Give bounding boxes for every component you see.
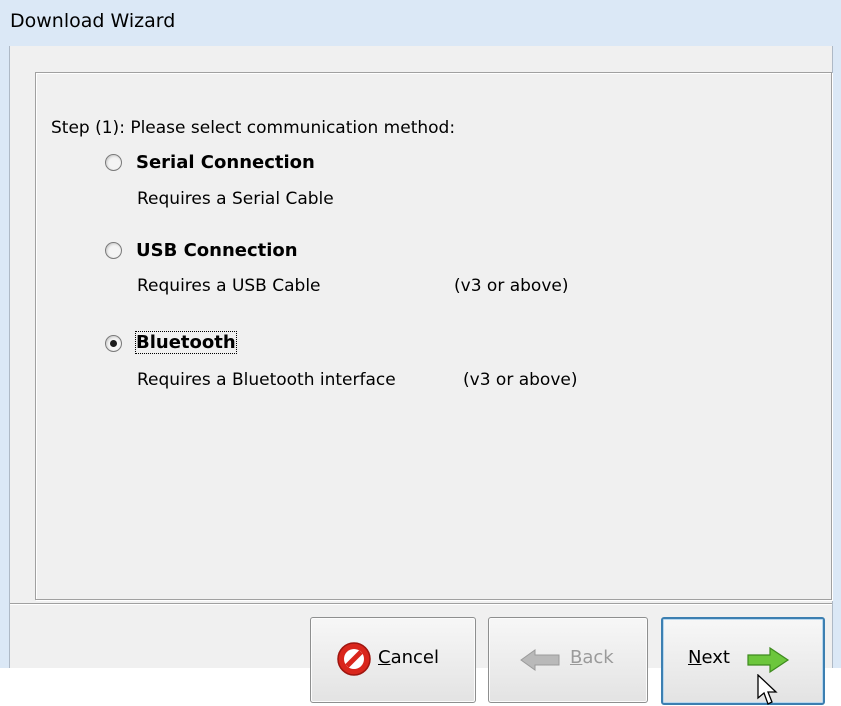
radio-bluetooth[interactable] xyxy=(105,335,122,352)
option-desc-serial: Requires a Serial Cable xyxy=(137,189,334,209)
back-button-label: Back xyxy=(570,647,614,668)
content-panel: Step (1): Please select communication me… xyxy=(10,46,832,705)
option-title-usb[interactable]: USB Connection xyxy=(136,240,298,261)
radio-selected-dot xyxy=(110,340,117,347)
radio-serial[interactable] xyxy=(105,154,122,171)
option-title-bluetooth[interactable]: Bluetooth xyxy=(135,331,237,354)
back-arrow-icon xyxy=(520,649,560,671)
option-desc-bluetooth: Requires a Bluetooth interface xyxy=(137,370,396,390)
step-label: Step (1): Please select communication me… xyxy=(51,118,456,138)
next-button[interactable]: Next xyxy=(661,617,825,705)
next-arrow-icon xyxy=(747,646,790,674)
mouse-pointer-icon xyxy=(757,674,778,705)
cancel-button[interactable]: Cancel xyxy=(310,617,476,703)
next-button-label: Next xyxy=(688,647,730,668)
cancel-button-label: Cancel xyxy=(378,647,439,668)
button-divider xyxy=(10,603,832,605)
download-wizard-window: Download Wizard Step (1): Please select … xyxy=(0,0,841,705)
cancel-icon xyxy=(337,642,371,676)
option-title-serial[interactable]: Serial Connection xyxy=(136,152,315,173)
radio-usb[interactable] xyxy=(105,242,122,259)
window-frame-left xyxy=(0,46,10,668)
option-desc-usb: Requires a USB Cable xyxy=(137,276,321,296)
title-bar[interactable]: Download Wizard xyxy=(0,0,841,47)
window-title: Download Wizard xyxy=(10,10,176,32)
back-button[interactable]: Back xyxy=(488,617,648,703)
window-frame-right xyxy=(832,46,841,668)
option-version-bluetooth: (v3 or above) xyxy=(463,370,578,390)
option-version-usb: (v3 or above) xyxy=(454,276,569,296)
